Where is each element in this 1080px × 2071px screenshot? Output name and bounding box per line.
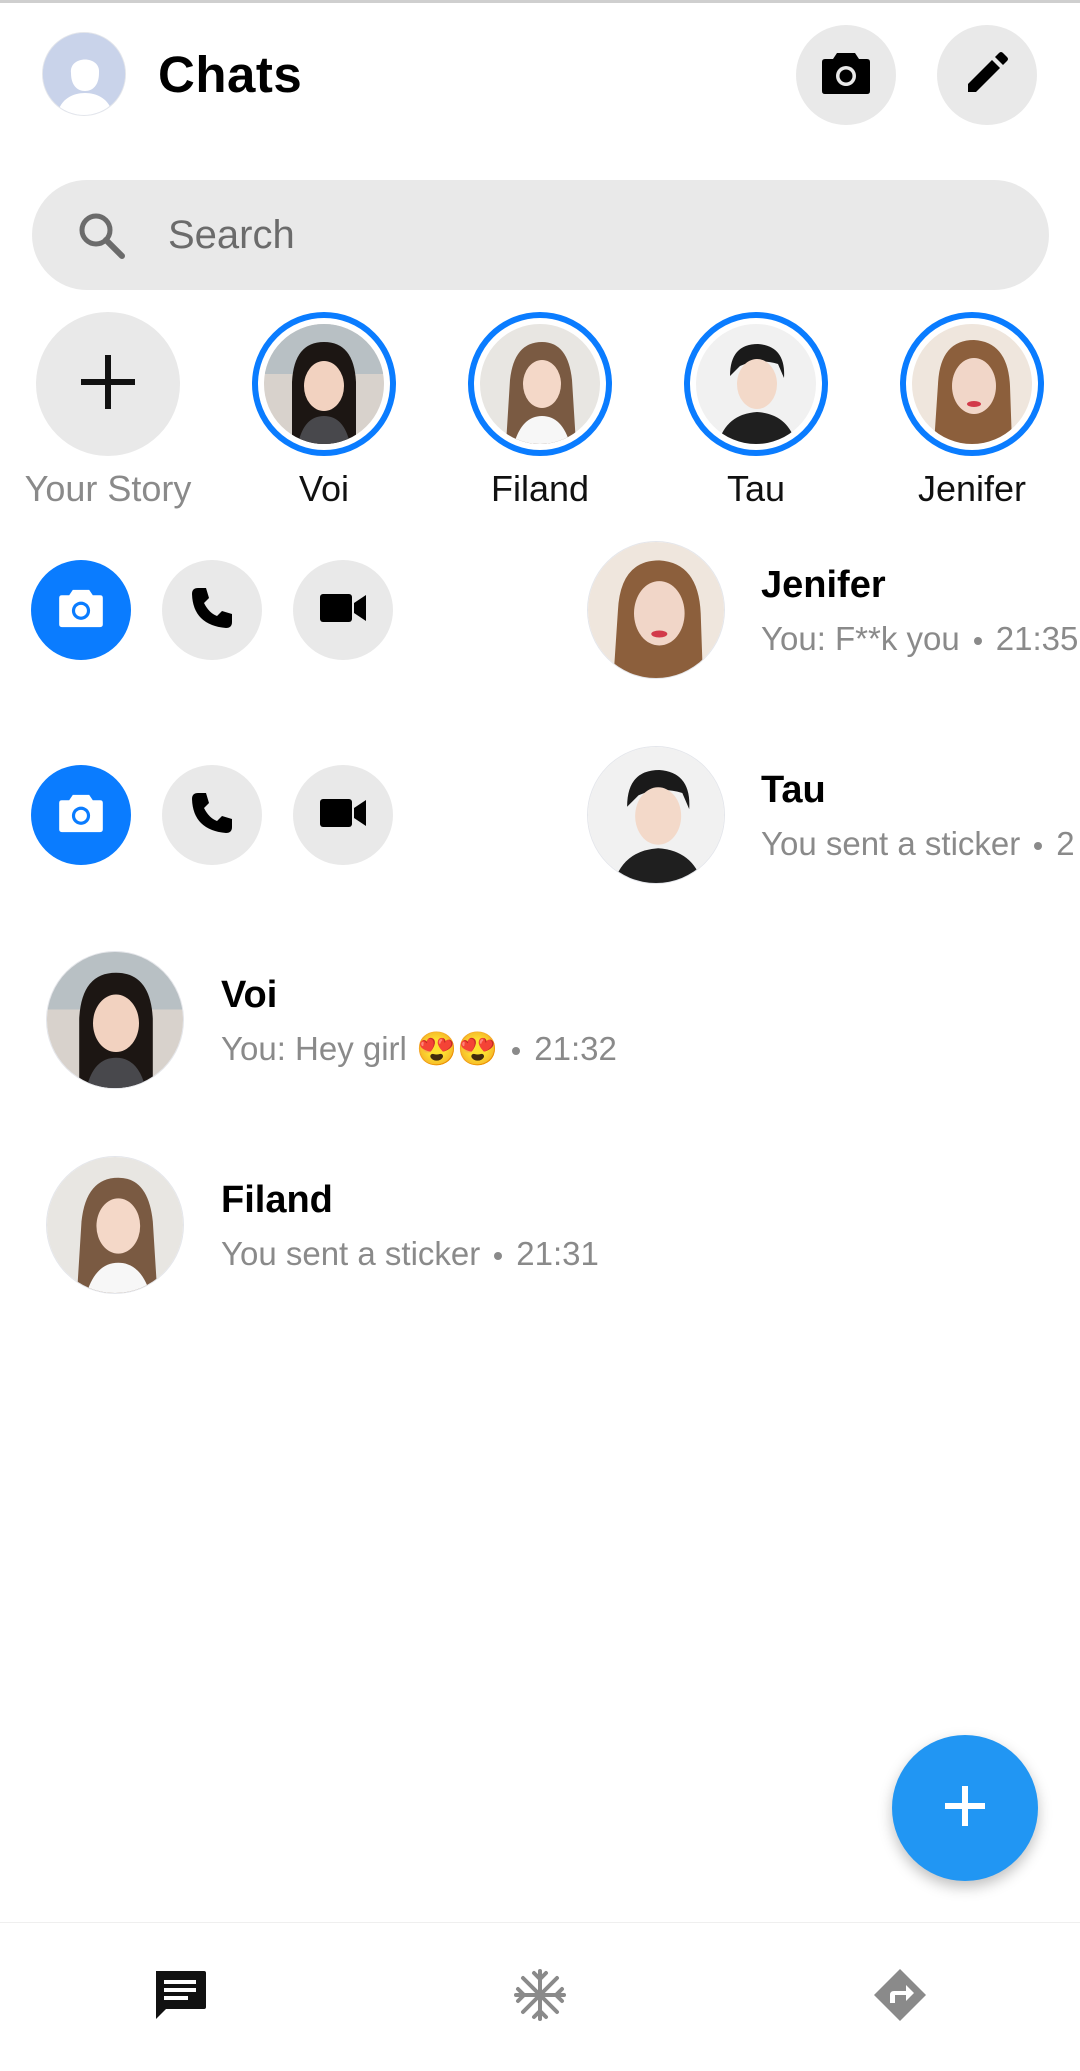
chat-preview-text: You: F**k you — [761, 620, 960, 657]
story-your-story[interactable]: Your Story — [0, 312, 216, 510]
camera-button[interactable] — [31, 765, 131, 865]
search-bar[interactable] — [32, 180, 1049, 290]
video-call-button[interactable] — [293, 765, 393, 865]
separator-dot — [1034, 842, 1043, 851]
chat-name: Voi — [221, 974, 278, 1016]
nav-discover[interactable] — [800, 1923, 1000, 2071]
chat-name: Jenifer — [761, 564, 886, 606]
separator-dot — [512, 1047, 521, 1056]
emoji: 😍😍 — [416, 1030, 499, 1067]
story-label: Filand — [490, 468, 590, 509]
story-label: Jenifer — [917, 468, 1027, 509]
chat-name: Tau — [761, 769, 826, 811]
story-label: Voi — [298, 468, 350, 509]
chat-preview: You sent a sticker 21:31 — [221, 1235, 599, 1273]
discover-icon — [872, 1967, 928, 2028]
separator-dot — [494, 1252, 503, 1261]
story-ring — [468, 312, 612, 456]
camera-icon — [57, 793, 105, 838]
page-title: Chats — [158, 46, 303, 103]
chat-preview-text: You sent a sticker — [761, 825, 1021, 862]
chat-preview-text: You sent a sticker — [221, 1235, 481, 1272]
story-avatar — [696, 324, 816, 444]
story-ring — [252, 312, 396, 456]
story-avatar — [480, 324, 600, 444]
chat-avatar[interactable] — [46, 1156, 184, 1294]
profile-avatar[interactable] — [42, 32, 126, 116]
phone-icon — [189, 790, 235, 841]
camera-icon — [57, 588, 105, 633]
camera-button[interactable] — [31, 560, 131, 660]
separator-dot — [973, 637, 982, 646]
story-jenifer[interactable]: Jenifer — [864, 312, 1080, 510]
chat-preview: You: Hey girl 😍😍 21:32 — [221, 1030, 617, 1069]
people-icon — [512, 1967, 568, 2028]
story-tau[interactable]: Tau — [648, 312, 864, 510]
story-voi[interactable]: Voi — [216, 312, 432, 510]
camera-button[interactable] — [796, 25, 896, 125]
camera-icon — [821, 51, 871, 100]
chat-name: Filand — [221, 1179, 333, 1221]
video-call-button[interactable] — [293, 560, 393, 660]
chats-icon — [152, 1967, 208, 2028]
story-ring — [684, 312, 828, 456]
video-icon — [319, 796, 367, 835]
chat-time: 21:35 — [995, 620, 1079, 657]
chat-time: 21:32 — [534, 1030, 617, 1067]
story-ring — [900, 312, 1044, 456]
voice-call-button[interactable] — [162, 560, 262, 660]
chat-time: 21:31 — [516, 1235, 599, 1272]
chat-avatar[interactable] — [587, 746, 725, 884]
plus-icon — [79, 353, 137, 416]
chat-avatar[interactable] — [587, 541, 725, 679]
new-message-button[interactable] — [937, 25, 1037, 125]
search-input[interactable] — [168, 180, 988, 290]
nav-people[interactable] — [440, 1923, 640, 2071]
plus-icon — [943, 1784, 987, 1833]
chat-preview: You: F**k you 21:35 — [761, 620, 1078, 658]
bottom-nav — [0, 1922, 1080, 2071]
voice-call-button[interactable] — [162, 765, 262, 865]
top-divider — [0, 0, 1080, 3]
pencil-icon — [964, 50, 1010, 101]
video-icon — [319, 591, 367, 630]
add-story-button[interactable] — [36, 312, 180, 456]
story-avatar — [912, 324, 1032, 444]
chat-preview-text: You: Hey girl — [221, 1030, 407, 1067]
chat-avatar[interactable] — [46, 951, 184, 1089]
chat-time: 2 — [1056, 825, 1075, 862]
search-icon — [76, 210, 128, 267]
phone-icon — [189, 585, 235, 636]
story-label: Your Story — [24, 468, 192, 509]
story-avatar — [264, 324, 384, 444]
story-filand[interactable]: Filand — [432, 312, 648, 510]
nav-chats[interactable] — [80, 1923, 280, 2071]
chat-preview: You sent a sticker 2 — [761, 825, 1075, 863]
story-label: Tau — [726, 468, 786, 509]
new-chat-fab[interactable] — [892, 1735, 1038, 1881]
